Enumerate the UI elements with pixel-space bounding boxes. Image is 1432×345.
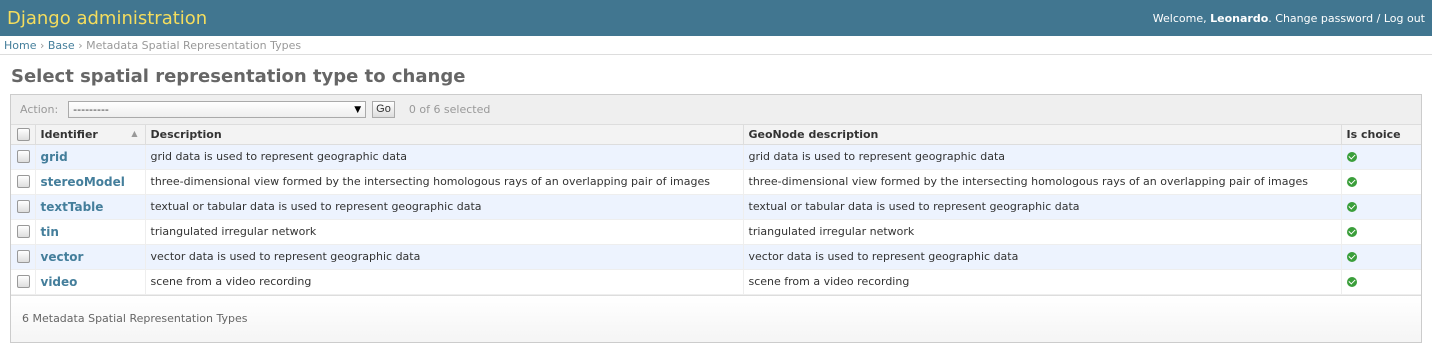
geonode-description-cell: scene from a video recording [742, 269, 1341, 295]
table-header-row: Identifier ▲ Description GeoNode descrip… [11, 125, 1421, 145]
user-tools: Welcome, Leonardo. Change password / Log… [1152, 11, 1425, 25]
description-cell: vector data is used to represent geograp… [144, 244, 743, 270]
row-checkbox[interactable] [17, 200, 30, 214]
changelist: Action: --------- ▼ Go 0 of 6 selected I… [10, 94, 1422, 343]
column-header-label: Identifier [40, 127, 98, 141]
column-header-is-choice[interactable]: Is choice [1340, 125, 1421, 145]
site-name[interactable]: Django administration [7, 8, 207, 29]
identifier-link[interactable]: grid [41, 150, 68, 164]
breadcrumb-separator: › [39, 39, 45, 52]
identifier-cell: vector [34, 244, 145, 270]
table-row: stereoModel three-dimensional view forme… [11, 169, 1421, 195]
description-cell: grid data is used to represent geographi… [144, 144, 743, 170]
identifier-link[interactable]: textTable [41, 200, 104, 214]
geonode-description-cell: grid data is used to represent geographi… [742, 144, 1341, 170]
row-checkbox[interactable] [17, 250, 30, 264]
is-choice-cell [1340, 269, 1421, 295]
check-circle-icon [1346, 252, 1357, 262]
welcome-text: Welcome, [1152, 11, 1207, 25]
chevron-down-icon: ▼ [354, 104, 362, 115]
actions-bar: Action: --------- ▼ Go 0 of 6 selected [11, 95, 1421, 125]
is-choice-cell [1340, 219, 1421, 245]
geonode-description-cell: vector data is used to represent geograp… [742, 244, 1341, 270]
geonode-description-cell: three-dimensional view formed by the int… [742, 169, 1341, 195]
column-header-identifier[interactable]: Identifier ▲ [34, 125, 145, 145]
sort-ascending-icon[interactable]: ▲ [131, 129, 137, 138]
action-label: Action: [20, 103, 59, 116]
breadcrumb: Home › Base › Metadata Spatial Represent… [0, 36, 1432, 55]
check-circle-icon [1346, 277, 1357, 287]
is-choice-cell [1340, 194, 1421, 220]
action-selected-value: --------- [73, 103, 109, 116]
column-header-geonode-description[interactable]: GeoNode description [742, 125, 1341, 145]
column-header-description[interactable]: Description [144, 125, 743, 145]
row-checkbox[interactable] [17, 275, 30, 289]
identifier-link[interactable]: tin [41, 225, 59, 239]
row-select-cell [11, 269, 35, 295]
table-row: vector vector data is used to represent … [11, 244, 1421, 270]
header: Django administration Welcome, Leonardo.… [0, 0, 1432, 36]
identifier-link[interactable]: vector [41, 250, 84, 264]
result-list: Identifier ▲ Description GeoNode descrip… [11, 125, 1421, 295]
selection-counter: 0 of 6 selected [408, 103, 491, 116]
row-select-cell [11, 144, 35, 170]
breadcrumb-current: Metadata Spatial Representation Types [86, 39, 302, 52]
identifier-cell: grid [34, 144, 145, 170]
table-body: grid grid data is used to represent geog… [11, 144, 1421, 295]
description-cell: scene from a video recording [144, 269, 743, 295]
table-row: grid grid data is used to represent geog… [11, 144, 1421, 170]
description-cell: textual or tabular data is used to repre… [144, 194, 743, 220]
identifier-cell: tin [34, 219, 145, 245]
check-circle-icon [1346, 177, 1357, 187]
table-row: video scene from a video recording scene… [11, 269, 1421, 295]
description-cell: triangulated irregular network [144, 219, 743, 245]
select-all-header [11, 125, 35, 145]
identifier-cell: textTable [34, 194, 145, 220]
description-cell: three-dimensional view formed by the int… [144, 169, 743, 195]
breadcrumb-separator: › [78, 39, 83, 52]
is-choice-cell [1340, 169, 1421, 195]
row-checkbox[interactable] [17, 225, 30, 239]
identifier-link[interactable]: stereoModel [41, 175, 125, 189]
page-title: Select spatial representation type to ch… [11, 66, 466, 87]
breadcrumb-home[interactable]: Home [4, 39, 36, 52]
identifier-cell: video [34, 269, 145, 295]
row-checkbox[interactable] [17, 150, 30, 164]
paginator: 6 Metadata Spatial Representation Types [11, 294, 1421, 342]
row-checkbox[interactable] [17, 175, 30, 189]
row-select-cell [11, 194, 35, 220]
identifier-link[interactable]: video [41, 275, 78, 289]
user-tools-separator: / [1376, 11, 1381, 25]
row-select-cell [11, 244, 35, 270]
is-choice-cell [1340, 244, 1421, 270]
go-button[interactable]: Go [372, 101, 395, 118]
check-circle-icon [1346, 152, 1357, 162]
content: Select spatial representation type to ch… [0, 55, 1432, 343]
table-row: tin triangulated irregular network trian… [11, 219, 1421, 245]
geonode-description-cell: triangulated irregular network [742, 219, 1341, 245]
check-circle-icon [1346, 202, 1357, 212]
check-circle-icon [1346, 227, 1357, 237]
logout-link[interactable]: Log out [1384, 12, 1425, 25]
change-password-link[interactable]: Change password [1275, 12, 1373, 25]
row-select-cell [11, 169, 35, 195]
breadcrumb-app[interactable]: Base [48, 39, 75, 52]
table-row: textTable textual or tabular data is use… [11, 194, 1421, 220]
identifier-cell: stereoModel [34, 169, 145, 195]
geonode-description-cell: textual or tabular data is used to repre… [742, 194, 1341, 220]
username: Leonardo [1210, 11, 1269, 25]
select-all-checkbox[interactable] [17, 128, 30, 141]
action-select[interactable]: --------- ▼ [68, 101, 367, 118]
row-select-cell [11, 219, 35, 245]
is-choice-cell [1340, 144, 1421, 170]
